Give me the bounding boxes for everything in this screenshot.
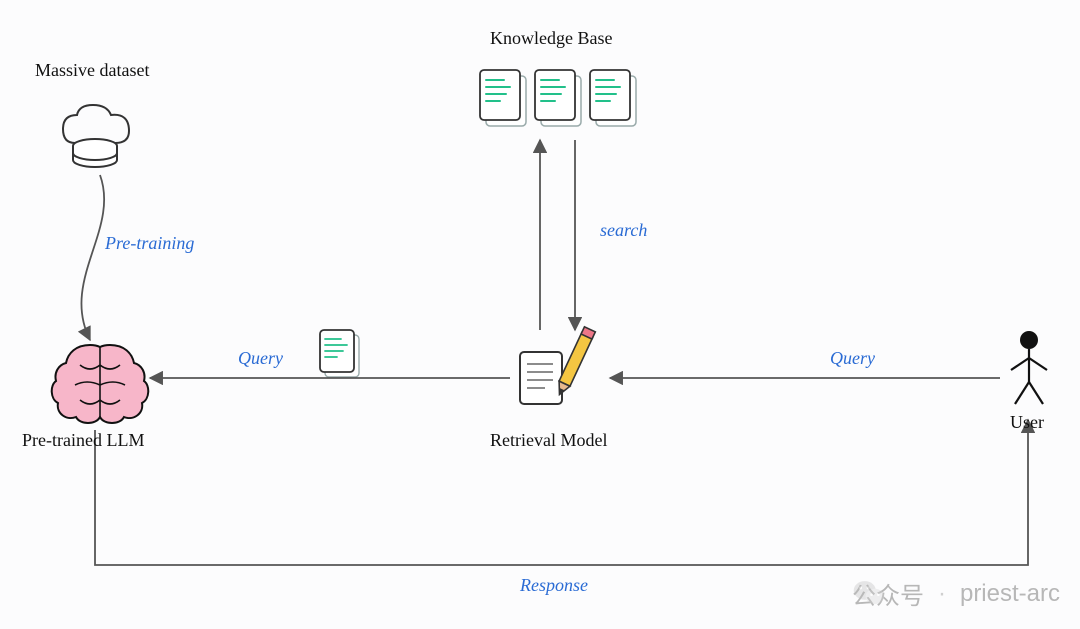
watermark: 公众号 · priest-arc: [852, 576, 1060, 611]
document-stack-icon: [480, 70, 636, 126]
document-icon: [320, 330, 359, 377]
edge-label-pretraining: Pre-training: [105, 233, 194, 254]
label-pretrained-llm: Pre-trained LLM: [22, 430, 144, 451]
label-retrieval-model: Retrieval Model: [490, 430, 607, 451]
watermark-name: priest-arc: [960, 580, 1060, 608]
label-massive-dataset: Massive dataset: [35, 60, 149, 81]
stick-figure-icon: [1011, 331, 1047, 404]
label-knowledge-base: Knowledge Base: [490, 28, 612, 49]
label-user: User: [1010, 412, 1044, 433]
edge-label-response: Response: [520, 575, 588, 596]
edge-label-search: search: [600, 220, 647, 241]
watermark-separator: ·: [938, 580, 946, 608]
edge-label-query-user: Query: [830, 348, 875, 369]
cloud-database-icon: [63, 105, 129, 167]
note-pencil-icon: [520, 327, 595, 404]
brain-icon: [52, 345, 149, 423]
diagram-canvas: [0, 0, 1080, 629]
wechat-icon: [852, 576, 886, 610]
edge-label-query-llm: Query: [238, 348, 283, 369]
edge-pretraining: [81, 175, 104, 340]
